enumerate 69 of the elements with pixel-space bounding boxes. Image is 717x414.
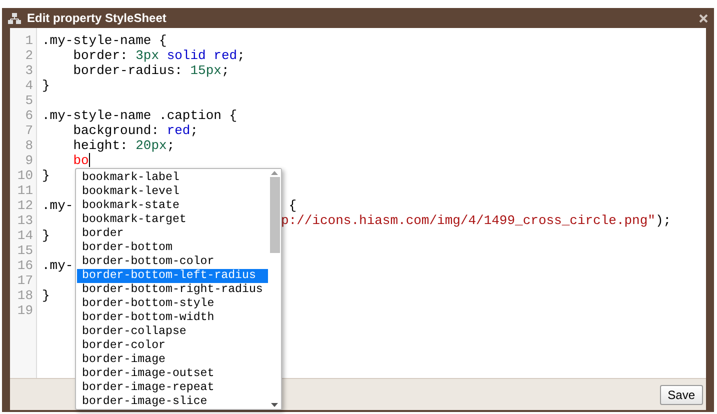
suggestion-item[interactable]: bookmark-label (77, 171, 268, 185)
code-text: solid (166, 48, 206, 63)
code-text: ; (221, 63, 230, 78)
scrollbar-thumb[interactable] (270, 177, 280, 253)
scroll-down-icon[interactable] (270, 402, 280, 409)
suggestion-item[interactable]: border-image-outset (77, 367, 268, 381)
line-number: 17 (16, 273, 34, 288)
code-text: .my- (42, 258, 74, 273)
code-text: 3px (136, 48, 160, 63)
line-number: 6 (24, 108, 34, 123)
code-text: } (42, 168, 50, 183)
hierarchy-icon (8, 12, 21, 24)
code-text: ; (237, 48, 245, 63)
code-text: .my-style-name { (42, 33, 167, 48)
suggestion-item[interactable]: border-color (77, 339, 268, 353)
code-text: 15px (190, 63, 222, 78)
line-number: 16 (16, 258, 34, 273)
line-number: 7 (24, 123, 34, 138)
line-number: 9 (24, 153, 34, 168)
line-number: 10 (16, 168, 34, 183)
suggestion-item[interactable]: border-image (77, 353, 268, 367)
line-number: 12 (16, 198, 34, 213)
suggestion-item[interactable]: bookmark-state (77, 199, 268, 213)
line-number: 1 (24, 33, 34, 48)
window-title: Edit property StyleSheet (27, 11, 166, 25)
scrollbar[interactable] (268, 169, 281, 409)
suggestion-item[interactable]: border-image-slice (77, 395, 268, 409)
code-text: .my- (42, 198, 74, 213)
suggestion-item[interactable]: border-collapse (77, 325, 268, 339)
close-icon[interactable] (699, 14, 708, 22)
suggestion-item[interactable]: bookmark-level (77, 185, 268, 199)
code-text: ); (655, 213, 672, 228)
line-number: 15 (16, 243, 34, 258)
suggestion-item[interactable]: border-bottom-left-radius (77, 269, 268, 283)
code-text: ; (190, 123, 198, 138)
code-text: } (42, 78, 50, 93)
code-text: } (42, 288, 50, 303)
line-number: 18 (16, 288, 34, 303)
suggestion-item[interactable]: border-bottom (77, 241, 268, 255)
code-text: { (288, 198, 297, 213)
code-text: 20px (136, 138, 167, 153)
suggestion-item[interactable]: border-image-repeat (77, 381, 268, 395)
line-number: 5 (24, 93, 34, 108)
line-number: 14 (16, 228, 34, 243)
suggestion-item[interactable]: border-bottom-right-radius (77, 283, 268, 297)
code-text: height: (72, 138, 129, 153)
suggestion-item[interactable]: border-bottom-width (77, 311, 268, 325)
code-text: ; (166, 138, 175, 153)
line-number: 3 (24, 63, 34, 78)
code-text: red (212, 48, 238, 63)
suggestion-item[interactable]: bookmark-target (77, 213, 268, 227)
line-number: 19 (16, 303, 34, 318)
code-text: border: (72, 48, 129, 63)
code-text: background: (72, 123, 160, 138)
line-number: 13 (16, 213, 34, 228)
line-number: 8 (24, 138, 34, 153)
code-text: .my-style-name .caption { (42, 108, 238, 123)
code-string: p://icons.hiasm.com/img/4/1499_cross_circle.png" (281, 213, 656, 228)
code-text: bo (73, 153, 89, 168)
suggestion-item[interactable]: border-bottom-color (77, 255, 268, 269)
line-number: 2 (24, 48, 34, 63)
code-text: red (166, 123, 190, 138)
suggestion-item[interactable]: border-bottom-style (77, 297, 268, 311)
line-number: 11 (16, 183, 34, 198)
line-number: 4 (24, 78, 34, 93)
suggestion-item[interactable]: border (77, 227, 268, 241)
save-button[interactable]: Save (660, 384, 703, 404)
code-text: } (42, 228, 50, 243)
code-text: border-radius: (72, 63, 184, 78)
